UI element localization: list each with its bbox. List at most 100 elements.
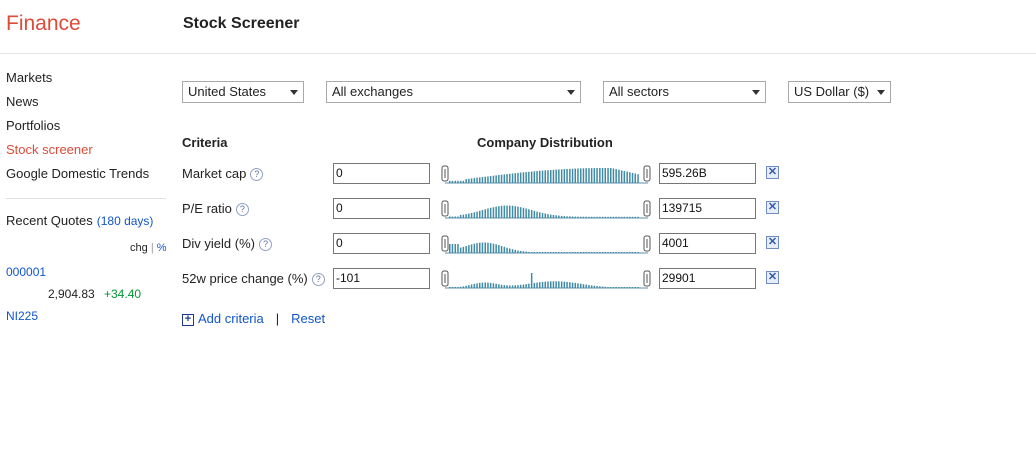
help-icon[interactable]: ? [311, 273, 325, 287]
quote-symbol-link[interactable]: NI225 [6, 309, 38, 323]
histogram-bar [530, 210, 533, 218]
histogram-bar [552, 252, 555, 253]
histogram-bar [479, 242, 481, 253]
reset-link[interactable]: Reset [291, 311, 325, 326]
histogram-bar [590, 168, 593, 183]
max-value-input[interactable]: 29901 [659, 268, 756, 289]
min-value-input[interactable]: 0 [333, 198, 430, 219]
remove-criteria-icon[interactable]: ✕ [766, 236, 779, 249]
histogram-bar [479, 282, 481, 288]
histogram-bar [631, 287, 634, 288]
histogram-bar [631, 216, 634, 218]
histogram-bar [580, 216, 582, 218]
histogram-bar [596, 286, 598, 288]
help-icon[interactable]: ? [235, 203, 249, 217]
histogram-bar [479, 210, 481, 218]
min-value-input[interactable]: -101 [333, 268, 430, 289]
histogram-bar [626, 171, 628, 183]
sidebar-item-portfolios[interactable]: Portfolios [6, 118, 149, 142]
histogram-bar [620, 252, 623, 253]
histogram-bar [522, 172, 525, 183]
help-icon[interactable]: ? [250, 168, 264, 182]
remove-criteria-icon[interactable]: ✕ [766, 166, 779, 179]
exchange-select-value: All exchanges [332, 84, 413, 99]
histogram-bar [571, 168, 574, 183]
help-icon[interactable]: ? [258, 238, 272, 252]
histogram-bar [574, 216, 576, 218]
histogram-bar [626, 252, 628, 253]
histogram-bar [506, 205, 508, 218]
histogram-bar [522, 207, 525, 218]
currency-select[interactable]: US Dollar ($) [788, 81, 891, 103]
histogram-bar [615, 169, 617, 183]
histogram-bar [489, 282, 492, 288]
histogram-bar [498, 206, 500, 218]
histogram-bar [481, 177, 484, 183]
histogram-bar [629, 216, 631, 218]
histogram-bar [634, 252, 636, 253]
histogram-bar [626, 287, 628, 288]
sidebar-item-stock-screener[interactable]: Stock screener [6, 142, 149, 166]
histogram-bar [558, 281, 560, 288]
sidebar-item-google-domestic-trends[interactable]: Google Domestic Trends [6, 166, 149, 190]
histogram-bar [462, 180, 465, 184]
distribution-slider[interactable] [441, 197, 652, 219]
sidebar-item-markets[interactable]: Markets [6, 70, 149, 94]
histogram-bar [509, 248, 511, 253]
remove-criteria-icon[interactable]: ✕ [766, 201, 779, 214]
histogram-bar [506, 285, 508, 288]
histogram-bar [484, 209, 486, 218]
histogram-bar [462, 246, 465, 253]
histogram-bar [451, 180, 454, 184]
histogram-bar [601, 216, 604, 218]
pct-toggle-link[interactable]: % [157, 242, 167, 254]
add-criteria-link[interactable]: Add criteria [198, 311, 264, 326]
histogram-bar [539, 282, 541, 288]
histogram-bar [492, 243, 495, 253]
histogram-bar [571, 282, 574, 288]
histogram-bar [511, 173, 514, 183]
recent-quotes-days-link[interactable]: (180 days) [97, 214, 154, 228]
histogram-bar [585, 252, 587, 253]
max-value-input[interactable]: 595.26B [659, 163, 756, 184]
histogram-bar [585, 216, 587, 218]
histogram-bar [558, 215, 560, 218]
histogram-bar [552, 169, 555, 183]
histogram-bar [618, 169, 620, 183]
sidebar-item-news[interactable]: News [6, 94, 149, 118]
histogram-bar [459, 286, 462, 288]
histogram-bar [500, 205, 503, 218]
max-value-input[interactable]: 4001 [659, 233, 756, 254]
distribution-slider[interactable] [441, 267, 652, 289]
criteria-label-text: Div yield (%) [182, 236, 255, 251]
histogram-bar [530, 252, 533, 253]
min-value-input[interactable]: 0 [333, 163, 430, 184]
sector-select-value: All sectors [609, 84, 669, 99]
quote-symbol-link[interactable]: 000001 [6, 265, 46, 279]
chg-toggle-link[interactable]: chg [130, 242, 148, 254]
sector-select[interactable]: All sectors [603, 81, 766, 103]
histogram-bar [577, 283, 579, 288]
region-select[interactable]: United States [182, 81, 304, 103]
region-select-value: United States [188, 84, 267, 99]
min-value-input[interactable]: 0 [333, 233, 430, 254]
histogram-bar [476, 211, 478, 218]
histogram-bar [503, 285, 506, 288]
max-value-input[interactable]: 139715 [659, 198, 756, 219]
remove-criteria-icon[interactable]: ✕ [766, 271, 779, 284]
histogram-bar [601, 286, 604, 288]
histogram-bar [566, 281, 568, 288]
histogram-bar [610, 216, 612, 218]
distribution-slider[interactable] [441, 162, 652, 184]
distribution-slider[interactable] [441, 232, 652, 254]
brand-logo[interactable]: Finance [6, 12, 81, 36]
histogram-bar [522, 251, 525, 253]
histogram-bar [481, 282, 484, 288]
exchange-select[interactable]: All exchanges [326, 81, 581, 103]
histogram-bar [519, 250, 522, 253]
chevron-down-icon [290, 90, 298, 95]
histogram-bar [555, 281, 557, 288]
histogram-bar [525, 208, 527, 218]
histogram-bar [604, 252, 606, 253]
add-icon[interactable]: + [182, 313, 194, 326]
